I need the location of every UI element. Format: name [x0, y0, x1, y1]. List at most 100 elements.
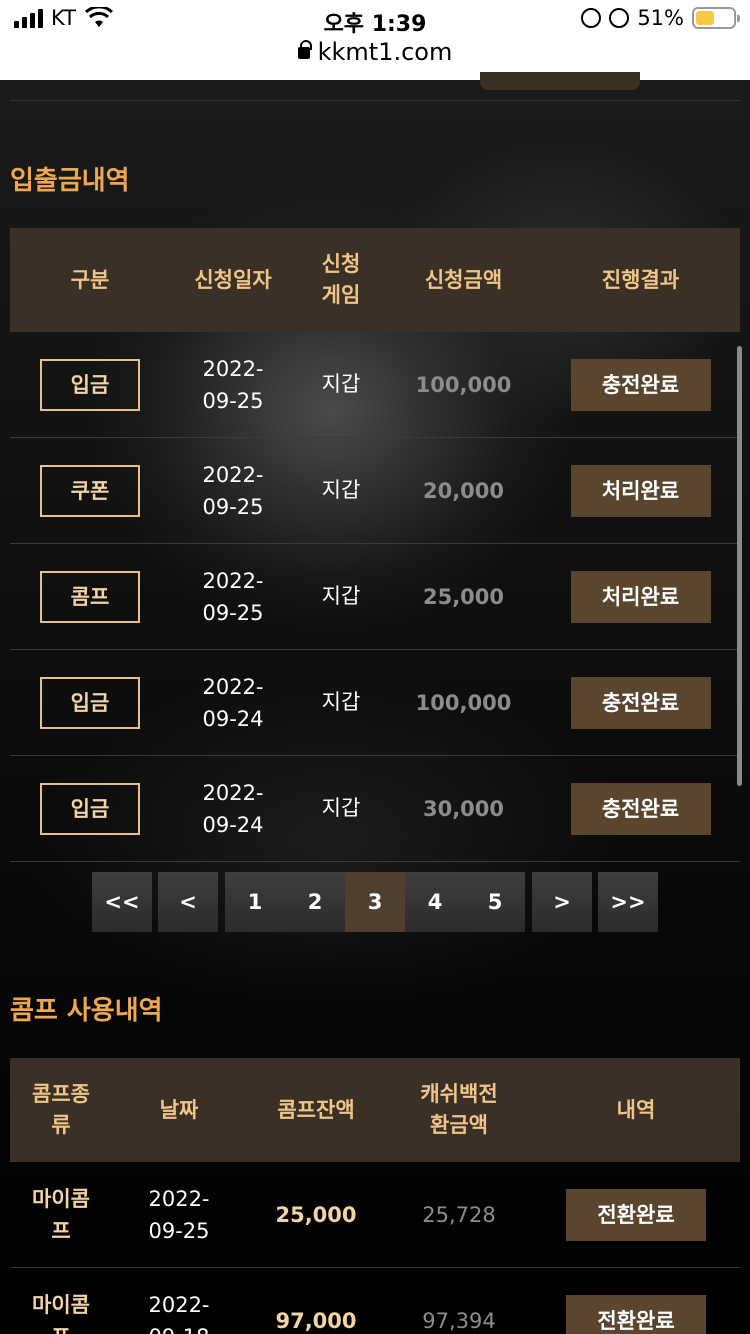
type-cell: 입금 [10, 358, 170, 411]
comp-type-cell: 마이콤프 [10, 1183, 112, 1247]
date-year: 2022- [202, 674, 264, 699]
url-text: kkmt1.com [317, 38, 453, 66]
page-2-button[interactable]: 2 [285, 872, 345, 932]
date-year: 2022- [202, 356, 264, 381]
table-row: 마이콤프 2022- 09-18 97,000 97,394 전환완료 [10, 1268, 740, 1334]
table-row: 입금 2022- 09-24 지갑 30,000 충전완료 [10, 756, 740, 862]
type-badge: 콤프 [40, 570, 140, 623]
deposit-section-title: 입출금내역 [10, 166, 130, 196]
status-button[interactable]: 충전완료 [570, 782, 711, 835]
date-day: 09-25 [202, 388, 264, 413]
comp-header-cash: 캐쉬백전 환금액 [386, 1079, 532, 1141]
game-cell: 지갑 [321, 583, 361, 608]
type-badge: 입금 [40, 358, 140, 411]
top-tab-remnant [480, 72, 640, 90]
comp-type-line1: 마이콤 [32, 1186, 90, 1211]
status-cell: 충전완료 [541, 358, 740, 411]
type-cell: 쿠폰 [10, 464, 170, 517]
address-bar[interactable]: kkmt1.com [0, 38, 750, 66]
date-day: 09-24 [202, 812, 264, 837]
comp-type-cell: 마이콤프 [10, 1289, 112, 1334]
date-cell: 2022- 09-25 [170, 565, 296, 629]
header-result: 진행결과 [601, 267, 680, 292]
comp-header-balance: 콤프잔액 [277, 1097, 355, 1122]
game-cell: 지갑 [321, 371, 361, 396]
status-button[interactable]: 처리완료 [570, 570, 711, 623]
date-day: 09-24 [202, 706, 264, 731]
status-button[interactable]: 충전완료 [570, 676, 711, 729]
status-cell: 처리완료 [541, 464, 740, 517]
page-4-button[interactable]: 4 [405, 872, 465, 932]
status-button[interactable]: 처리완료 [570, 464, 711, 517]
date-year: 2022- [202, 568, 264, 593]
comp-date-cell: 2022- 09-18 [112, 1289, 246, 1334]
comp-type-line1: 마이콤 [32, 1292, 90, 1317]
table-row: 입금 2022- 09-25 지갑 100,000 충전완료 [10, 332, 740, 438]
amount-cell: 30,000 [422, 796, 505, 821]
battery-percent: 51% [637, 6, 684, 30]
type-cell: 입금 [10, 782, 170, 835]
type-cell: 콤프 [10, 570, 170, 623]
deposit-table-header: 구분 신청일자 신청 게임 신청금액 진행결과 [10, 228, 740, 332]
comp-header-type-line2: 류 [51, 1113, 71, 1137]
lock-icon [297, 40, 312, 59]
comp-header-cash-line1: 캐쉬백전 [420, 1082, 498, 1106]
date-year: 2022- [202, 780, 264, 805]
game-cell: 지갑 [321, 689, 361, 714]
header-type: 구분 [70, 267, 110, 292]
comp-balance-cell: 97,000 [275, 1308, 357, 1333]
page-3-button-current[interactable]: 3 [345, 872, 405, 932]
comp-section-title: 콤프 사용내역 [10, 996, 163, 1026]
comp-balance-cell: 25,000 [275, 1202, 357, 1227]
convert-status-button[interactable]: 전환완료 [566, 1294, 706, 1334]
comp-cash-cell: 25,728 [422, 1202, 496, 1227]
page-last-button[interactable]: >> [598, 872, 658, 932]
comp-header-cash-line2: 환금액 [430, 1113, 488, 1137]
date-cell: 2022- 09-24 [170, 671, 296, 735]
game-cell: 지갑 [321, 795, 361, 820]
comp-cash-cell: 97,394 [422, 1308, 496, 1333]
comp-table-header: 콤프종 류 날짜 콤프잔액 캐쉬백전 환금액 내역 [10, 1058, 740, 1162]
date-year: 2022- [202, 462, 264, 487]
alarm-icon [609, 8, 630, 28]
comp-type-line2: 프 [51, 1218, 71, 1243]
page-first-button[interactable]: << [92, 872, 152, 932]
comp-status-cell: 전환완료 [532, 1188, 740, 1241]
date-day: 09-25 [202, 600, 264, 625]
status-button[interactable]: 충전완료 [570, 358, 711, 411]
status-bar: KT 오후 1:39 kkmt1.com 51% [0, 0, 750, 80]
type-badge: 입금 [40, 782, 140, 835]
date-cell: 2022- 09-24 [170, 777, 296, 841]
battery-icon [692, 7, 740, 29]
divider [10, 100, 740, 101]
type-badge: 입금 [40, 676, 140, 729]
page-1-button[interactable]: 1 [225, 872, 285, 932]
comp-header-type-line1: 콤프종 [32, 1082, 90, 1106]
status-cell: 처리완료 [541, 570, 740, 623]
status-cell: 충전완료 [541, 676, 740, 729]
date-day: 09-25 [202, 494, 264, 519]
scrollbar[interactable] [737, 346, 742, 786]
date-year: 2022- [148, 1186, 210, 1211]
page-5-button[interactable]: 5 [465, 872, 525, 932]
header-game: 신청 게임 [321, 252, 361, 307]
date-day: 09-25 [148, 1218, 210, 1243]
table-row: 쿠폰 2022- 09-25 지갑 20,000 처리완료 [10, 438, 740, 544]
table-row: 마이콤프 2022- 09-25 25,000 25,728 전환완료 [10, 1162, 740, 1268]
date-cell: 2022- 09-25 [170, 353, 296, 417]
status-right: 51% [581, 6, 740, 30]
comp-header-type: 콤프종 류 [10, 1079, 112, 1141]
page-next-button[interactable]: > [532, 872, 592, 932]
comp-header-date: 날짜 [159, 1097, 199, 1122]
header-date: 신청일자 [194, 267, 272, 292]
amount-cell: 25,000 [422, 584, 505, 609]
amount-cell: 20,000 [422, 478, 505, 503]
game-cell: 지갑 [321, 477, 361, 502]
orientation-lock-icon [581, 8, 602, 28]
convert-status-button[interactable]: 전환완료 [566, 1188, 706, 1241]
page-prev-button[interactable]: < [158, 872, 218, 932]
date-day: 09-18 [112, 1321, 246, 1334]
type-badge: 쿠폰 [40, 464, 140, 517]
amount-cell: 100,000 [415, 372, 512, 397]
comp-date-cell: 2022- 09-25 [112, 1183, 246, 1247]
